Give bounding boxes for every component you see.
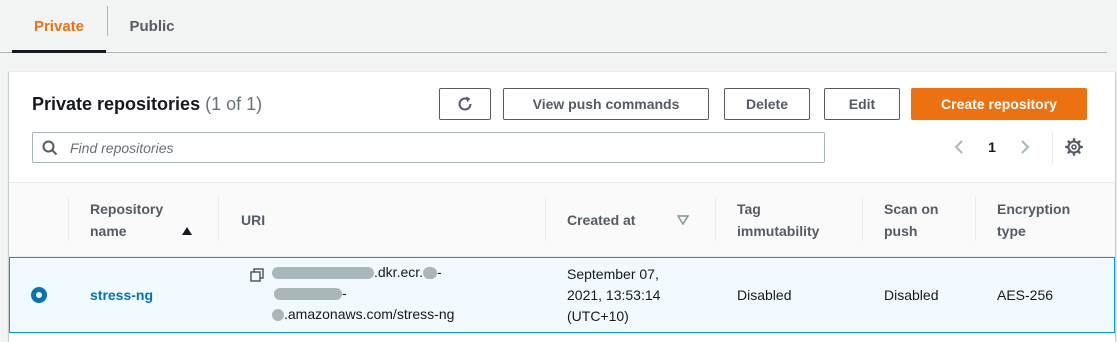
redacted-account-id xyxy=(272,267,374,280)
sort-ascending-icon xyxy=(181,226,192,235)
radio-dot xyxy=(36,292,42,298)
pager-divider xyxy=(1052,132,1053,164)
created-at-value: 2021, 13:53:14 xyxy=(567,286,661,303)
refresh-button[interactable] xyxy=(439,88,491,120)
column-header-scan-on-push: Scan on push xyxy=(884,183,979,256)
view-push-commands-button[interactable]: View push commands xyxy=(503,88,709,120)
encryption-type-value: AES-256 xyxy=(997,286,1054,303)
edit-button[interactable]: Edit xyxy=(824,88,900,120)
table-header: Repository name URI Created at Tag immut… xyxy=(9,182,1115,257)
copy-icon[interactable] xyxy=(250,268,264,282)
tab-private[interactable]: Private xyxy=(12,0,106,53)
column-header-repository-name[interactable]: Repository name xyxy=(90,183,215,256)
uri-segment: .amazonaws.com/stress-ng xyxy=(284,306,455,322)
column-header-uri: URI xyxy=(241,211,266,228)
column-header-label: Encryption xyxy=(997,200,1071,217)
repository-uri: .dkr.ecr. - - .amazonaws.com/stress-ng xyxy=(272,262,454,325)
chevron-left-icon xyxy=(954,140,963,154)
redacted-region xyxy=(423,267,438,280)
column-header-label: type xyxy=(997,222,1026,239)
panel-title: Private repositories (1 of 1) xyxy=(32,94,262,115)
next-page-button[interactable] xyxy=(1015,134,1035,160)
current-page-number[interactable]: 1 xyxy=(982,134,1002,160)
column-header-label: Tag xyxy=(737,200,761,217)
uri-segment: - xyxy=(342,285,347,301)
gear-icon xyxy=(1065,138,1083,156)
tag-immutability-value: Disabled xyxy=(737,286,792,303)
redacted-region xyxy=(274,288,342,301)
created-at-value: (UTC+10) xyxy=(567,307,629,324)
table-settings-button[interactable] xyxy=(1064,134,1084,160)
search-input[interactable] xyxy=(68,138,824,157)
uri-segment: - xyxy=(437,264,442,280)
column-header-label: push xyxy=(884,222,918,239)
tab-public[interactable]: Public xyxy=(108,0,196,52)
create-repository-button[interactable]: Create repository xyxy=(911,88,1087,120)
column-divider xyxy=(715,197,716,241)
delete-button[interactable]: Delete xyxy=(724,88,810,120)
column-divider xyxy=(975,197,976,241)
column-header-label: Scan on xyxy=(884,200,939,217)
row-select-radio[interactable] xyxy=(31,287,47,303)
panel-title-text: Private repositories xyxy=(32,94,201,114)
repository-tabs: Private Public xyxy=(0,0,1107,53)
column-header-encryption-type: Encryption type xyxy=(997,183,1107,256)
column-divider xyxy=(545,197,546,241)
previous-page-button[interactable] xyxy=(949,134,969,160)
column-header-label: Repository xyxy=(90,200,164,217)
refresh-icon xyxy=(458,96,472,111)
uri-segment: .dkr.ecr. xyxy=(374,264,424,280)
search-icon xyxy=(42,140,58,156)
column-header-tag-immutability: Tag immutability xyxy=(737,183,862,256)
table-row[interactable]: stress-ng .dkr.ecr. - - .amazonaws.com/st… xyxy=(9,257,1115,333)
repository-count: (1 of 1) xyxy=(205,94,263,114)
column-header-label: name xyxy=(90,222,127,239)
repository-name-link[interactable]: stress-ng xyxy=(90,285,153,306)
column-header-label: Created at xyxy=(567,211,636,228)
chevron-right-icon xyxy=(1021,140,1030,154)
column-header-created-at[interactable]: Created at xyxy=(567,183,697,256)
created-at-value: September 07, xyxy=(567,265,659,282)
repositories-panel: Private repositories (1 of 1) View push c… xyxy=(9,71,1115,342)
sort-descending-icon xyxy=(677,214,690,225)
column-divider xyxy=(862,197,863,241)
column-divider xyxy=(68,197,69,241)
column-header-label: immutability xyxy=(737,222,820,239)
column-divider xyxy=(218,197,219,241)
scan-on-push-value: Disabled xyxy=(884,286,939,303)
redacted-region xyxy=(272,309,284,322)
search-box[interactable] xyxy=(32,132,825,163)
